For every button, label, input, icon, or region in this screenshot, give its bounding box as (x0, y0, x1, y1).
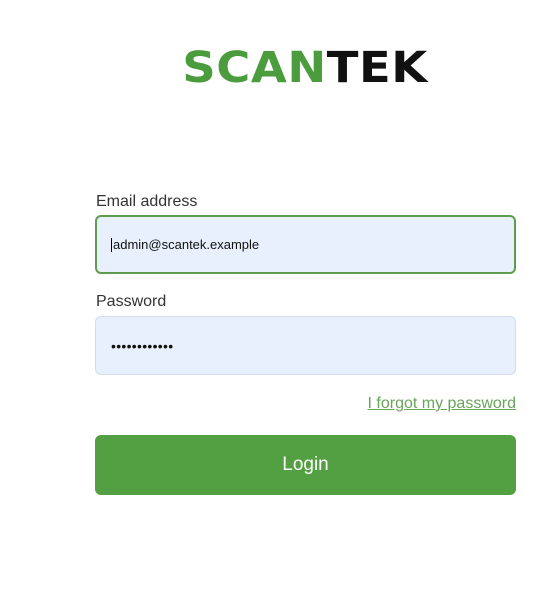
logo-text-scan: SCAN (182, 43, 327, 93)
email-label: Email address (96, 193, 198, 210)
logo-text-tek: TEK (326, 43, 428, 93)
password-label: Password (96, 293, 167, 310)
email-field-value: admin@scantek.example (113, 237, 260, 252)
scantek-logo: SCANTEK (0, 44, 560, 92)
password-field-value: •••••••••••• (111, 337, 174, 354)
password-field[interactable]: •••••••••••• (95, 316, 516, 375)
email-field[interactable]: admin@scantek.example (95, 215, 516, 274)
login-button[interactable]: Login (95, 435, 516, 495)
text-caret (111, 237, 112, 252)
forgot-password-link[interactable]: I forgot my password (368, 394, 517, 414)
